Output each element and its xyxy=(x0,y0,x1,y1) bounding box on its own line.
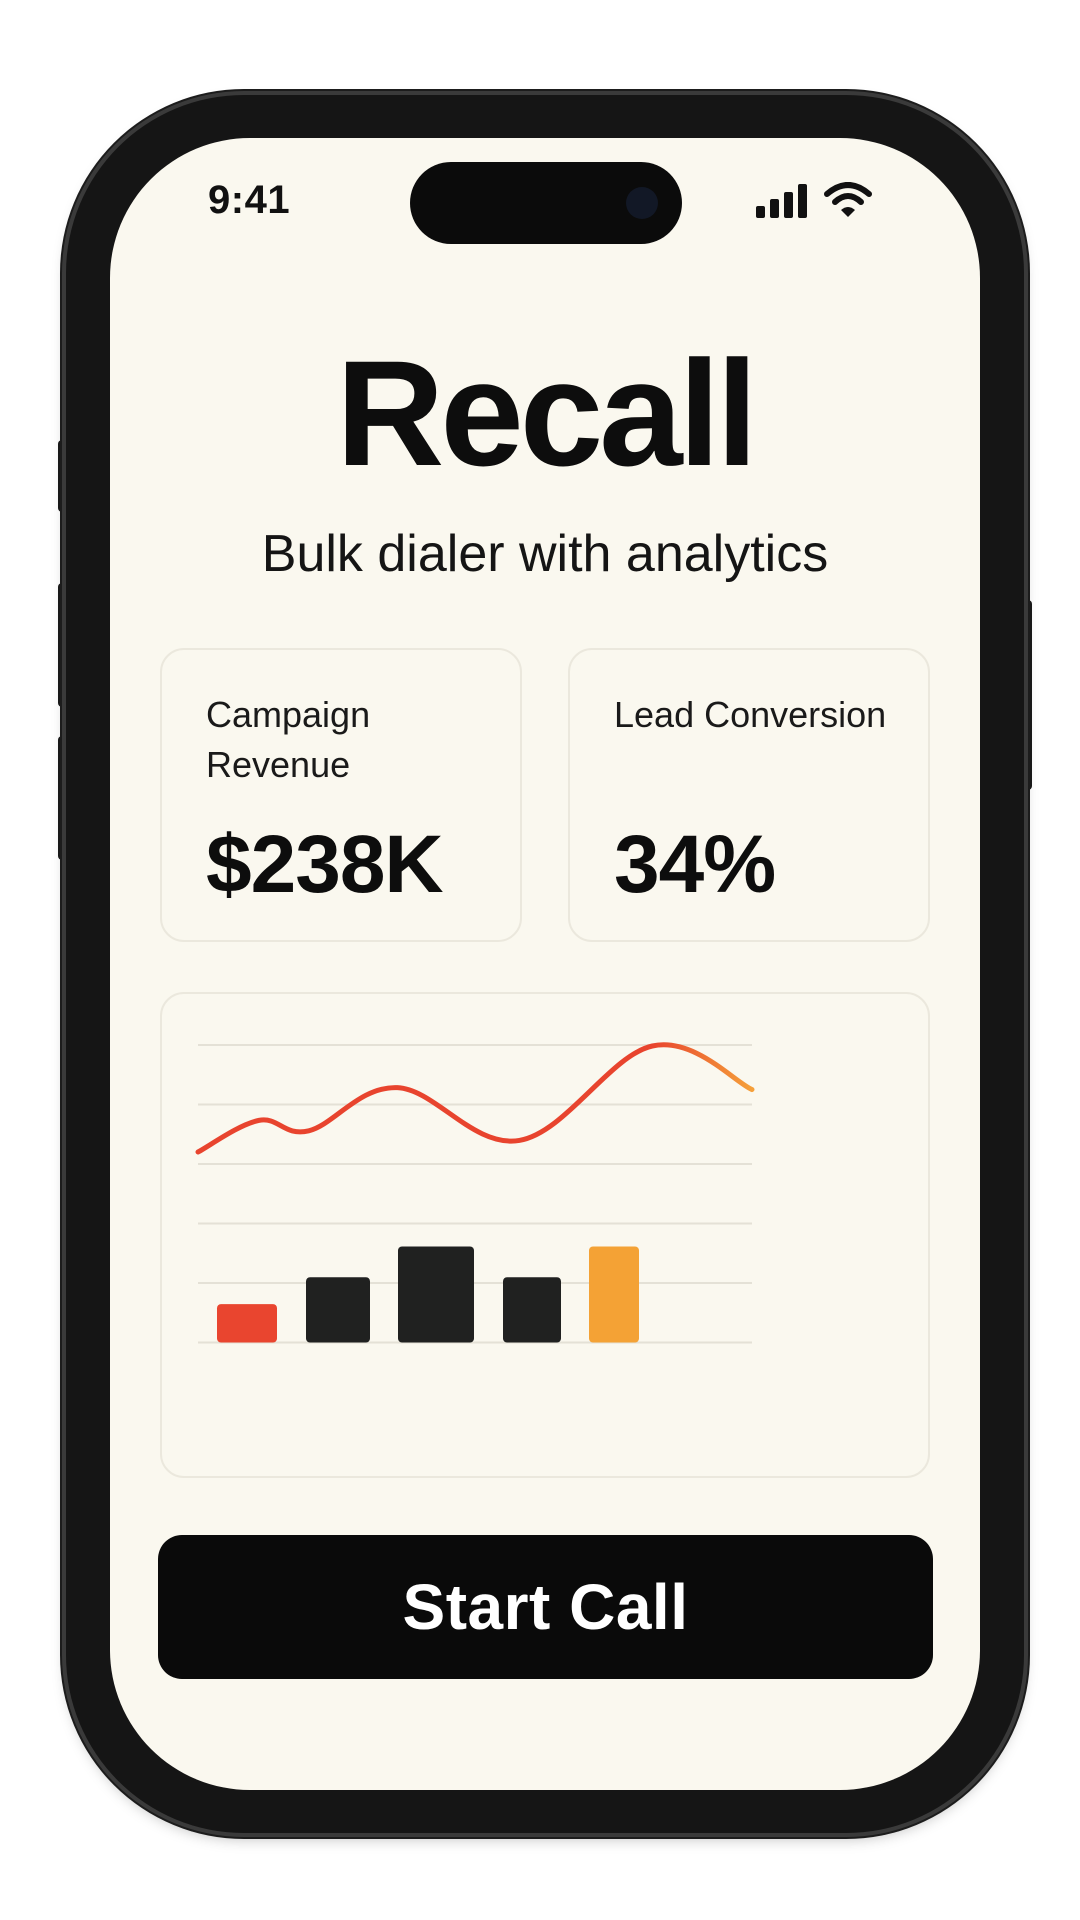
stat-value: $238K xyxy=(206,819,444,910)
analytics-chart xyxy=(195,1042,755,1344)
stat-label: Lead Conversion xyxy=(614,694,887,735)
chart-bar xyxy=(398,1246,474,1343)
chart-bar xyxy=(503,1277,561,1343)
app-title: Recall xyxy=(336,329,758,497)
dynamic-island xyxy=(410,162,682,244)
cellular-signal-icon xyxy=(756,184,807,218)
chart-bar xyxy=(217,1304,277,1343)
stat-label: Campaign Revenue xyxy=(206,694,371,785)
chart-bar xyxy=(306,1277,370,1343)
status-time: 9:41 xyxy=(208,178,291,222)
start-call-button[interactable]: Start Call xyxy=(158,1535,933,1679)
stat-value: 34% xyxy=(614,819,776,910)
front-camera-icon xyxy=(626,187,658,219)
chart-bar xyxy=(589,1246,639,1343)
app-subtitle: Bulk dialer with analytics xyxy=(261,525,829,583)
wifi-icon xyxy=(824,182,872,217)
status-icons xyxy=(756,178,872,218)
stat-card-lead-conversion: Lead Conversion 34% xyxy=(568,648,930,942)
analytics-chart-card xyxy=(160,992,930,1478)
chart-series-line xyxy=(195,1042,755,1155)
stat-card-campaign-revenue: Campaign Revenue $238K xyxy=(160,648,522,942)
phone-screen: 9:41 Recall Bulk dialer with analytics C… xyxy=(110,138,980,1790)
